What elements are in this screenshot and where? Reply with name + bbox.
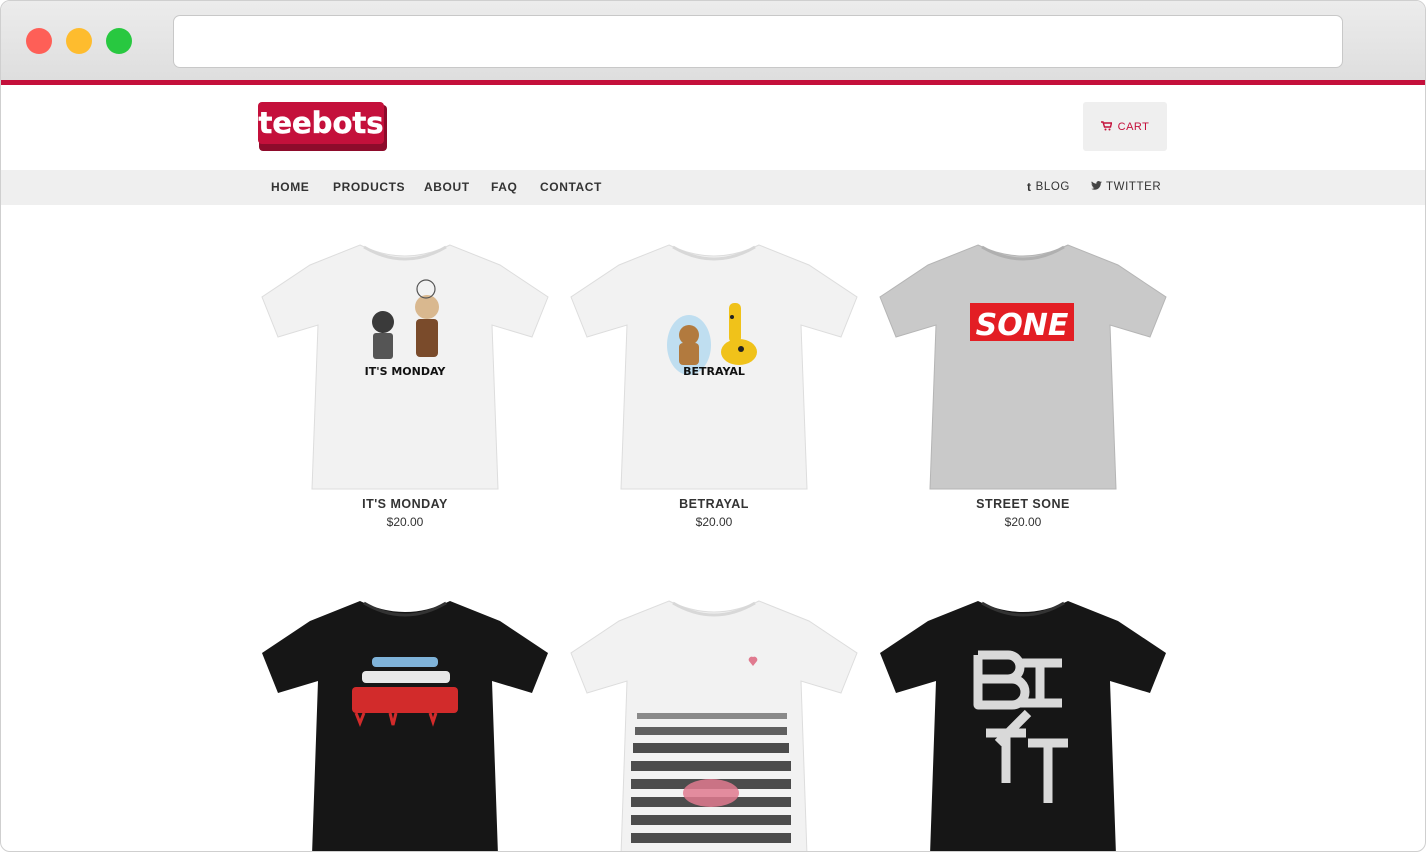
nav-twitter[interactable]: TWITTER [1091, 170, 1161, 205]
product-card[interactable]: IT'S MONDAY IT'S MONDAY $20.00 [260, 237, 550, 529]
product-grid: IT'S MONDAY IT'S MONDAY $20.00 BETRAYAL … [1, 205, 1425, 851]
product-name[interactable]: STREET SONE [878, 497, 1168, 511]
browser-toolbar [1, 1, 1425, 81]
product-price: $20.00 [1004, 515, 1042, 529]
minimize-window-button[interactable] [66, 28, 92, 54]
shopping-cart-icon [1100, 118, 1113, 136]
nav-contact[interactable]: CONTACT [540, 170, 602, 205]
product-card[interactable] [569, 593, 859, 851]
product-name[interactable]: BETRAYAL [569, 497, 859, 511]
nav-blog[interactable]: t BLOG [1027, 170, 1070, 205]
nav-faq[interactable]: FAQ [491, 170, 517, 205]
cart-label: CART [1117, 120, 1150, 133]
product-card[interactable] [260, 593, 550, 851]
maximize-window-button[interactable] [106, 28, 132, 54]
close-window-button[interactable] [26, 28, 52, 54]
address-bar[interactable] [173, 15, 1343, 68]
teebots-logo[interactable]: teebots [258, 102, 388, 152]
blog-label: BLOG [1035, 181, 1070, 193]
tshirt-image: IT'S MONDAY [261, 244, 549, 490]
site-header: teebots CART [1, 85, 1425, 170]
shirt-graphic-text: IT'S MONDAY [365, 365, 447, 378]
tshirt-image [262, 601, 548, 851]
nav-home[interactable]: HOME [271, 170, 309, 205]
shirt-graphic-text: SONE [976, 308, 1069, 343]
twitter-icon [1091, 170, 1102, 205]
cart-button[interactable]: CART [1083, 102, 1167, 151]
nav-products[interactable]: PRODUCTS [333, 170, 405, 205]
product-price: $20.00 [386, 515, 424, 529]
product-name[interactable]: IT'S MONDAY [260, 497, 550, 511]
product-card[interactable] [878, 593, 1168, 851]
tshirt-image: BETRAYAL [570, 244, 858, 490]
logo-text: teebots [258, 106, 383, 140]
tshirt-image [570, 600, 858, 851]
browser-window: teebots CART HOME PRODUCTS ABOUT FAQ CON… [0, 0, 1426, 852]
nav-about[interactable]: ABOUT [424, 170, 470, 205]
product-price: $20.00 [695, 515, 733, 529]
tshirt-image [880, 601, 1166, 851]
shirt-graphic-text: BETRAYAL [683, 365, 745, 378]
tumblr-icon: t [1027, 180, 1032, 194]
product-card[interactable]: BETRAYAL BETRAYAL $20.00 [569, 237, 859, 529]
tshirt-image: SONE [879, 244, 1167, 490]
main-nav: HOME PRODUCTS ABOUT FAQ CONTACT t BLOG T… [1, 170, 1425, 205]
product-card[interactable]: SONE STREET SONE $20.00 [878, 237, 1168, 529]
twitter-label: TWITTER [1106, 181, 1162, 193]
